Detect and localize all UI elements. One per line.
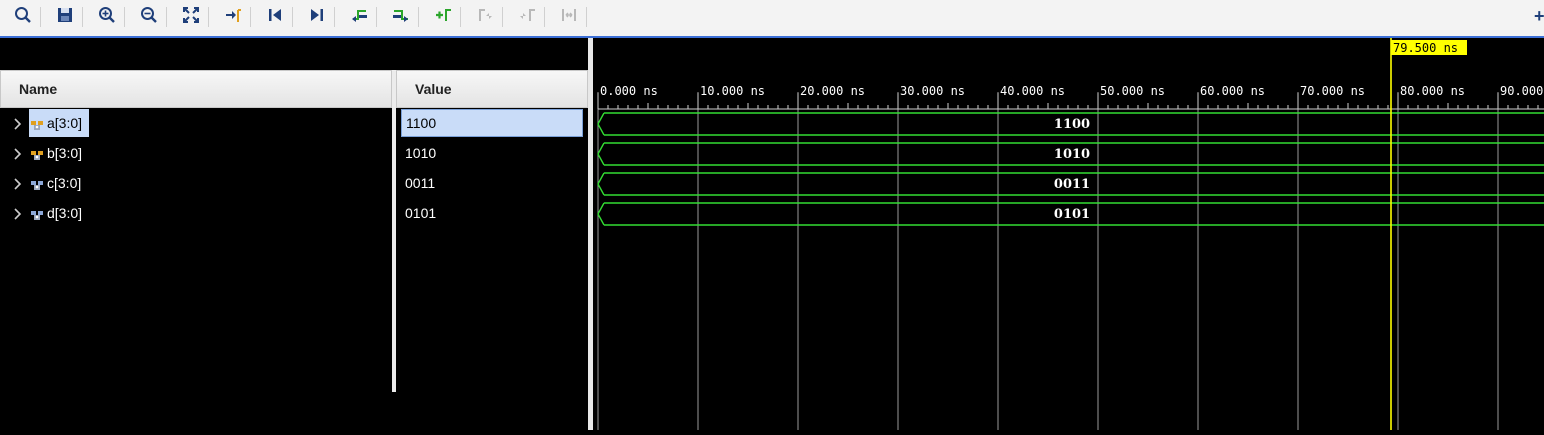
waveform-canvas[interactable]: 0.000 ns 10.000 ns 20.000 ns 30.000 ns 40.00… xyxy=(593,38,1544,430)
bus-signal-icon xyxy=(31,208,45,220)
swap-cursors-icon xyxy=(560,6,578,29)
previous-transition-button[interactable] xyxy=(346,5,372,29)
signal-name: d[3:0] xyxy=(47,205,83,221)
toolbar: + xyxy=(0,0,1544,37)
value-header-label: Value xyxy=(415,81,452,97)
waveform-value-label: 1100 xyxy=(1054,117,1090,132)
zoom-fit-button[interactable] xyxy=(178,5,204,29)
ruler-tick-label: 60.000 ns xyxy=(1200,84,1265,98)
signal-name: a[3:0] xyxy=(47,115,83,131)
bus-signal-icon xyxy=(31,118,45,130)
toolbar-separator xyxy=(460,7,461,27)
toolbar-separator xyxy=(292,7,293,27)
toolbar-separator xyxy=(334,7,335,27)
signal-name: b[3:0] xyxy=(47,145,83,161)
ruler-tick-label: 10.000 ns xyxy=(700,84,765,98)
toolbar-separator xyxy=(166,7,167,27)
toolbar-separator xyxy=(208,7,209,27)
ruler-tick-label: 90.000 xyxy=(1500,84,1543,98)
next-marker-button[interactable] xyxy=(514,5,540,29)
go-to-cursor-button[interactable] xyxy=(220,5,246,29)
expand-chevron-icon[interactable] xyxy=(12,207,24,221)
search-button[interactable] xyxy=(10,5,36,29)
ruler-tick-label: 40.000 ns xyxy=(1000,84,1065,98)
toolbar-separator xyxy=(82,7,83,27)
toolbar-separator xyxy=(250,7,251,27)
expand-chevron-icon[interactable] xyxy=(12,117,24,131)
bus-signal-icon xyxy=(31,178,45,190)
signal-row[interactable]: b[3:0] 1010 xyxy=(0,139,588,169)
search-icon xyxy=(14,6,32,29)
swap-cursors-button[interactable] xyxy=(556,5,582,29)
expand-chevron-icon[interactable] xyxy=(12,147,24,161)
signal-value: 1100 xyxy=(401,109,583,137)
zoom-in-icon xyxy=(98,6,116,29)
name-header-label: Name xyxy=(19,81,58,97)
ruler-tick-label: 20.000 ns xyxy=(800,84,865,98)
toolbar-separator xyxy=(544,7,545,27)
toolbar-separator xyxy=(124,7,125,27)
next-transition-icon xyxy=(392,6,410,29)
ruler-tick-label: 70.000 ns xyxy=(1300,84,1365,98)
signal-value: 0101 xyxy=(405,205,437,221)
previous-marker-button[interactable] xyxy=(472,5,498,29)
signal-value: 0011 xyxy=(405,175,436,191)
expand-chevron-icon[interactable] xyxy=(12,177,24,191)
waveform-value-label: 1010 xyxy=(1054,147,1090,162)
next-transition-button[interactable] xyxy=(388,5,414,29)
zoom-out-button[interactable] xyxy=(136,5,162,29)
save-icon xyxy=(56,6,74,29)
go-to-last-time-icon xyxy=(308,6,326,29)
waveform-pane[interactable]: 0.000 ns 10.000 ns 20.000 ns 30.000 ns 40.00… xyxy=(593,38,1544,430)
next-marker-icon xyxy=(518,6,536,29)
ruler-tick-label: 0.000 ns xyxy=(600,84,658,98)
zoom-in-button[interactable] xyxy=(94,5,120,29)
go-to-cursor-icon xyxy=(224,6,242,29)
go-to-time-zero-icon xyxy=(266,6,284,29)
zoom-fit-icon xyxy=(182,6,200,29)
signal-row[interactable]: c[3:0] 0011 xyxy=(0,169,588,199)
toolbar-separator xyxy=(586,7,587,27)
toolbar-overflow-button[interactable]: + xyxy=(1534,6,1544,27)
go-to-time-zero-button[interactable] xyxy=(262,5,288,29)
bus-signal-icon xyxy=(31,148,45,160)
add-marker-button[interactable] xyxy=(430,5,456,29)
go-to-last-time-button[interactable] xyxy=(304,5,330,29)
save-button[interactable] xyxy=(52,5,78,29)
toolbar-separator xyxy=(418,7,419,27)
value-column-header[interactable]: Value xyxy=(396,70,588,108)
toolbar-separator xyxy=(502,7,503,27)
signal-row[interactable]: a[3:0] 1100 xyxy=(0,109,588,139)
add-marker-icon xyxy=(434,6,452,29)
cursor-time-label: 79.500 ns xyxy=(1393,41,1458,55)
ruler-tick-label: 80.000 ns xyxy=(1400,84,1465,98)
toolbar-separator xyxy=(376,7,377,27)
waveform-value-label: 0011 xyxy=(1054,177,1090,192)
previous-marker-icon xyxy=(476,6,494,29)
ruler-tick-label: 50.000 ns xyxy=(1100,84,1165,98)
zoom-out-icon xyxy=(140,6,158,29)
signal-name: c[3:0] xyxy=(47,175,82,191)
name-column-header[interactable]: Name xyxy=(0,70,392,108)
toolbar-separator xyxy=(40,7,41,27)
previous-transition-icon xyxy=(350,6,368,29)
ruler-tick-label: 30.000 ns xyxy=(900,84,965,98)
signal-value: 1010 xyxy=(405,145,437,161)
signal-row[interactable]: d[3:0] 0101 xyxy=(0,199,588,229)
waveform-value-label: 0101 xyxy=(1054,207,1090,222)
